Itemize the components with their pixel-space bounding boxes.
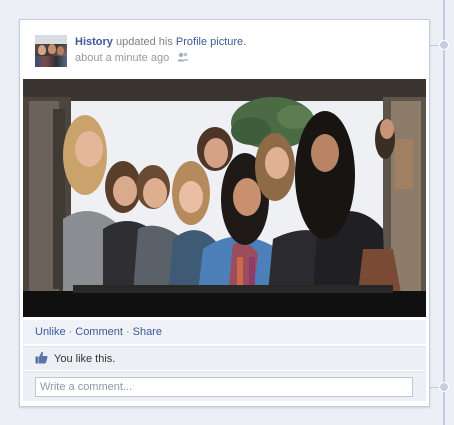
story-card: History updated his Profile picture. abo… — [19, 19, 430, 407]
profile-photo[interactable] — [23, 79, 426, 317]
timeline-line — [443, 0, 445, 425]
story-meta: about a minute ago — [75, 52, 189, 64]
friends-icon[interactable] — [177, 52, 189, 62]
action-separator: · — [125, 326, 130, 338]
timeline-stage: History updated his Profile picture. abo… — [0, 0, 454, 425]
story-actions: Unlike · Comment · Share — [23, 320, 426, 344]
story-title: History updated his Profile picture. — [75, 36, 246, 48]
unlike-link[interactable]: Unlike — [35, 326, 66, 338]
timeline-dot — [439, 40, 449, 50]
author-link[interactable]: History — [75, 36, 113, 48]
comment-input[interactable] — [35, 377, 413, 397]
share-link[interactable]: Share — [133, 326, 162, 338]
comment-box — [23, 371, 426, 401]
timeline-dot — [439, 382, 449, 392]
story-header: History updated his Profile picture. abo… — [35, 35, 415, 69]
thumbs-up-icon — [35, 351, 48, 364]
timestamp[interactable]: about a minute ago — [75, 52, 169, 64]
likes-text: You like this. — [54, 353, 116, 365]
profile-picture-link[interactable]: Profile picture. — [176, 36, 246, 48]
avatar[interactable] — [35, 35, 67, 67]
likes-summary: You like this. — [23, 346, 426, 370]
comment-link[interactable]: Comment — [75, 326, 123, 338]
action-separator: · — [68, 326, 73, 338]
action-text: updated his — [115, 36, 173, 48]
